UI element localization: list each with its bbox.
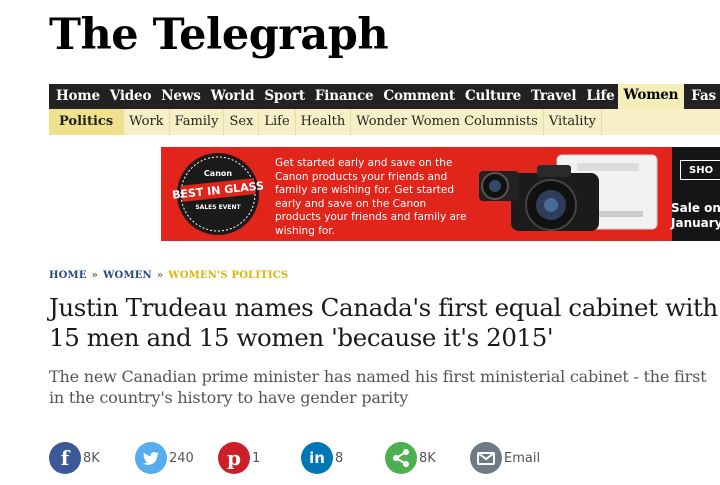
breadcrumb-separator: » xyxy=(156,270,164,281)
linkedin-icon: in xyxy=(301,442,333,474)
facebook-icon: f xyxy=(49,442,81,474)
badge-brand: Canon xyxy=(204,169,232,178)
subnav-wonder-women-columnists[interactable]: Wonder Women Columnists xyxy=(351,109,544,135)
nav-world[interactable]: World xyxy=(204,84,258,109)
canon-ad-banner[interactable]: Canon BEST IN GLASS SALES EVENT Get star… xyxy=(161,147,720,241)
facebook-count: 8K xyxy=(83,451,100,466)
pinterest-icon: p xyxy=(218,442,250,474)
ad-sale-text: Sale on uJanuary xyxy=(671,201,720,230)
best-in-glass-badge: Canon BEST IN GLASS SALES EVENT xyxy=(172,153,265,235)
email-icon xyxy=(470,442,502,474)
breadcrumb-home[interactable]: HOME xyxy=(49,270,87,281)
breadcrumb-current[interactable]: WOMEN'S POLITICS xyxy=(168,270,288,281)
nav-culture[interactable]: Culture xyxy=(458,84,524,109)
nav-fashion[interactable]: Fas xyxy=(684,84,719,109)
subnav-politics[interactable]: Politics xyxy=(49,109,125,135)
subnav-vitality[interactable]: Vitality xyxy=(544,109,603,135)
subnav-work[interactable]: Work xyxy=(124,109,170,135)
nav-home[interactable]: Home xyxy=(49,84,103,109)
subnav-family[interactable]: Family xyxy=(170,109,225,135)
subnav-health[interactable]: Health xyxy=(296,109,352,135)
nav-sport[interactable]: Sport xyxy=(257,84,308,109)
subnav-life[interactable]: Life xyxy=(259,109,296,135)
share-count: 8K xyxy=(419,451,436,466)
twitter-icon xyxy=(135,442,167,474)
linkedin-count: 8 xyxy=(335,451,344,466)
nav-comment[interactable]: Comment xyxy=(376,84,458,109)
nav-news[interactable]: News xyxy=(154,84,203,109)
nav-video[interactable]: Video xyxy=(103,84,154,109)
sub-nav: Politics Work Family Sex Life Health Wonder Wo… xyxy=(49,109,720,135)
breadcrumb-women[interactable]: WOMEN xyxy=(103,270,152,281)
share-icon xyxy=(385,442,417,474)
breadcrumb-separator: » xyxy=(91,270,99,281)
camera-printer-image xyxy=(479,154,658,231)
nav-life[interactable]: Life xyxy=(579,84,617,109)
badge-subtitle: SALES EVENT xyxy=(195,204,241,211)
article-standfirst: The new Canadian prime minister has name… xyxy=(49,367,707,407)
ad-copy: Get started early and save on the Canon … xyxy=(275,157,467,237)
breadcrumb: HOME » WOMEN » WOMEN'S POLITICS xyxy=(49,270,288,281)
telegraph-logo[interactable]: The Telegraph xyxy=(49,8,389,62)
twitter-count: 240 xyxy=(169,451,194,466)
article-headline: Justin Trudeau names Canada's first equa… xyxy=(49,293,718,352)
nav-travel[interactable]: Travel xyxy=(524,84,579,109)
email-label: Email xyxy=(504,451,541,466)
subnav-sex[interactable]: Sex xyxy=(224,109,260,135)
main-nav: Home Video News World Sport Finance Comment Cul… xyxy=(49,84,720,109)
pinterest-count: 1 xyxy=(252,451,261,466)
shop-button[interactable]: SHO xyxy=(680,160,720,180)
nav-women[interactable]: Women xyxy=(617,84,685,109)
nav-finance[interactable]: Finance xyxy=(308,84,377,109)
